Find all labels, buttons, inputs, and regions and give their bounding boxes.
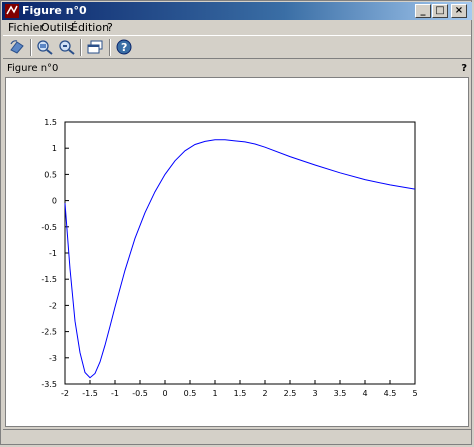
window-title: Figure n°0 <box>22 4 87 17</box>
new-window-icon[interactable] <box>85 38 105 56</box>
plot-canvas[interactable]: -2 -1.5 -1 -0.5 0 0.5 1 1.5 2 2.5 3 3.5 4 4.5 5 -3.5 -3 -… <box>5 77 469 427</box>
y-tick-label: 1 <box>52 144 57 153</box>
toolbar-separator <box>80 39 82 56</box>
x-tick-label: 1.5 <box>234 389 247 398</box>
maximize-button[interactable]: □ <box>432 4 448 18</box>
menu-help[interactable]: ? <box>107 21 113 34</box>
y-tick-label: 1.5 <box>44 118 57 127</box>
svg-text:?: ? <box>121 41 127 54</box>
toolbar-separator <box>30 39 32 56</box>
x-tick-label: 4.5 <box>384 389 397 398</box>
menu-fichier[interactable]: Fichier <box>8 21 44 34</box>
menu-edition[interactable]: Édition <box>71 21 109 34</box>
y-tick-label: -2.5 <box>41 328 57 337</box>
x-tick-label: 0 <box>162 389 167 398</box>
x-tick-label: 4 <box>362 389 367 398</box>
x-tick-label: 2 <box>262 389 267 398</box>
menu-outils[interactable]: Outils <box>41 21 73 34</box>
y-tick-label: -1 <box>49 249 57 258</box>
minimize-button[interactable]: _ <box>415 4 431 18</box>
x-tick-label: 2.5 <box>284 389 297 398</box>
x-tick-label: 5 <box>412 389 417 398</box>
figure-help-button[interactable]: ? <box>461 63 467 74</box>
menu-bar: Fichier Outils Édition ? <box>3 21 471 35</box>
x-tick-label: -0.5 <box>132 389 148 398</box>
x-tick-label: 0.5 <box>184 389 197 398</box>
series-line <box>64 139 416 379</box>
help-icon[interactable]: ? <box>114 38 134 56</box>
rotate-icon[interactable] <box>7 38 27 56</box>
x-tick-label: -1 <box>111 389 119 398</box>
line-chart: -2 -1.5 -1 -0.5 0 0.5 1 1.5 2 2.5 3 3.5 4 4.5 5 -3.5 -3 -… <box>41 118 417 398</box>
figure-bar: Figure n°0 ? <box>3 61 471 77</box>
close-button[interactable]: × <box>451 4 467 18</box>
y-tick-label: -3 <box>49 354 57 363</box>
x-tick-label: 1 <box>212 389 217 398</box>
x-tick-label: -1.5 <box>82 389 98 398</box>
plot-frame <box>64 121 416 385</box>
y-tick-label: 0.5 <box>44 170 57 179</box>
y-tick-label: 0 <box>52 197 57 206</box>
title-bar[interactable]: Figure n°0 _ □ × <box>2 2 472 20</box>
scilab-app-icon <box>5 4 19 18</box>
x-tick-label: -2 <box>61 389 69 398</box>
status-bar <box>3 429 471 444</box>
zoom-in-icon[interactable] <box>35 38 55 56</box>
zoom-out-icon[interactable] <box>57 38 77 56</box>
toolbar-separator <box>109 39 111 56</box>
figure-window: Figure n°0 _ □ × Fichier Outils Édition … <box>0 0 472 445</box>
figure-label: Figure n°0 <box>7 63 59 74</box>
toolbar: ? <box>3 35 471 59</box>
y-tick-label: -3.5 <box>41 380 57 389</box>
x-tick-label: 3 <box>312 389 317 398</box>
y-tick-label: -1.5 <box>41 275 57 284</box>
y-tick-label: -2 <box>49 301 57 310</box>
x-tick-label: 3.5 <box>334 389 347 398</box>
y-tick-label: -0.5 <box>41 223 57 232</box>
